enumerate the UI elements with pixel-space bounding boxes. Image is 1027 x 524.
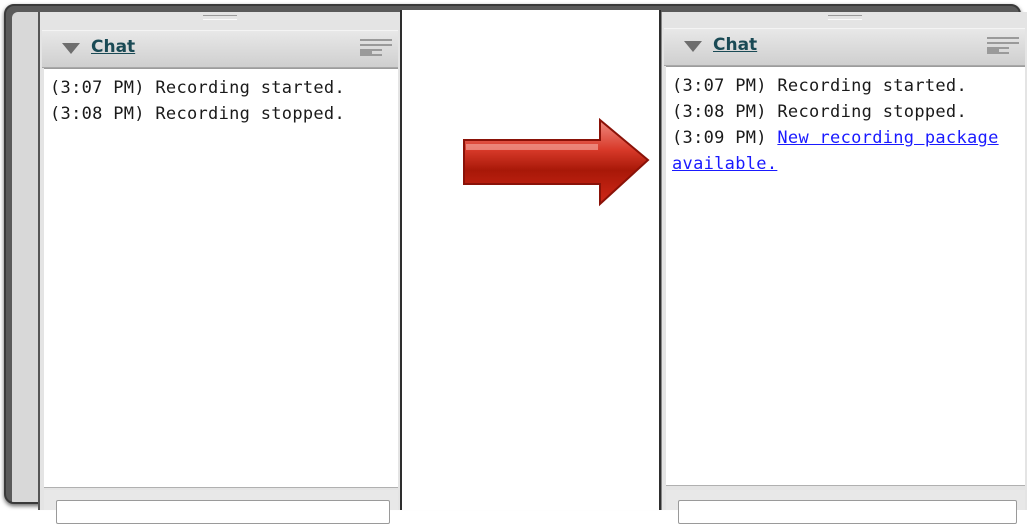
chat-title[interactable]: Chat	[713, 35, 757, 55]
collapse-triangle-icon[interactable]	[62, 43, 80, 54]
chat-input-area	[44, 490, 398, 524]
pod-grip-handle[interactable]	[203, 15, 237, 20]
chat-message-list: (3:07 PM) Recording started. (3:08 PM) R…	[44, 68, 398, 488]
message-text: Recording stopped.	[777, 102, 968, 122]
chat-message: (3:07 PM) Recording started.	[50, 75, 392, 101]
collapse-triangle-icon[interactable]	[684, 41, 702, 52]
chat-title[interactable]: Chat	[91, 37, 135, 57]
chat-message: (3:08 PM) Recording stopped.	[50, 101, 392, 127]
chat-pod-after: Chat (3:07 PM) Recording started. (3:08 …	[661, 12, 1027, 524]
chat-message: (3:07 PM) Recording started.	[672, 73, 1019, 99]
message-time: (3:08 PM)	[672, 102, 767, 122]
message-text: Recording started.	[777, 76, 968, 96]
chat-message: (3:08 PM) Recording stopped.	[672, 99, 1019, 125]
pod-grip-handle[interactable]	[827, 15, 862, 20]
chat-input[interactable]	[678, 500, 1017, 524]
chat-message-list: (3:07 PM) Recording started. (3:08 PM) R…	[666, 66, 1025, 486]
right-arrow-icon	[463, 118, 650, 207]
message-time: (3:07 PM)	[672, 76, 767, 96]
chat-pod-before: Chat (3:07 PM) Recording started. (3:08 …	[38, 12, 400, 524]
chat-pod-header: Chat	[42, 30, 398, 68]
chat-input-area	[666, 490, 1025, 524]
chat-message: (3:09 PM) New recording package availabl…	[672, 125, 1019, 177]
center-gap	[400, 10, 661, 510]
chat-input[interactable]	[56, 500, 390, 524]
message-time: (3:07 PM)	[50, 78, 145, 98]
pod-menu-icon[interactable]	[987, 35, 1021, 59]
message-time: (3:08 PM)	[50, 104, 145, 124]
pod-menu-icon[interactable]	[360, 37, 394, 61]
message-text: Recording started.	[155, 78, 346, 98]
message-time: (3:09 PM)	[672, 128, 767, 148]
message-text: Recording stopped.	[155, 104, 346, 124]
chat-pod-header: Chat	[664, 28, 1025, 66]
